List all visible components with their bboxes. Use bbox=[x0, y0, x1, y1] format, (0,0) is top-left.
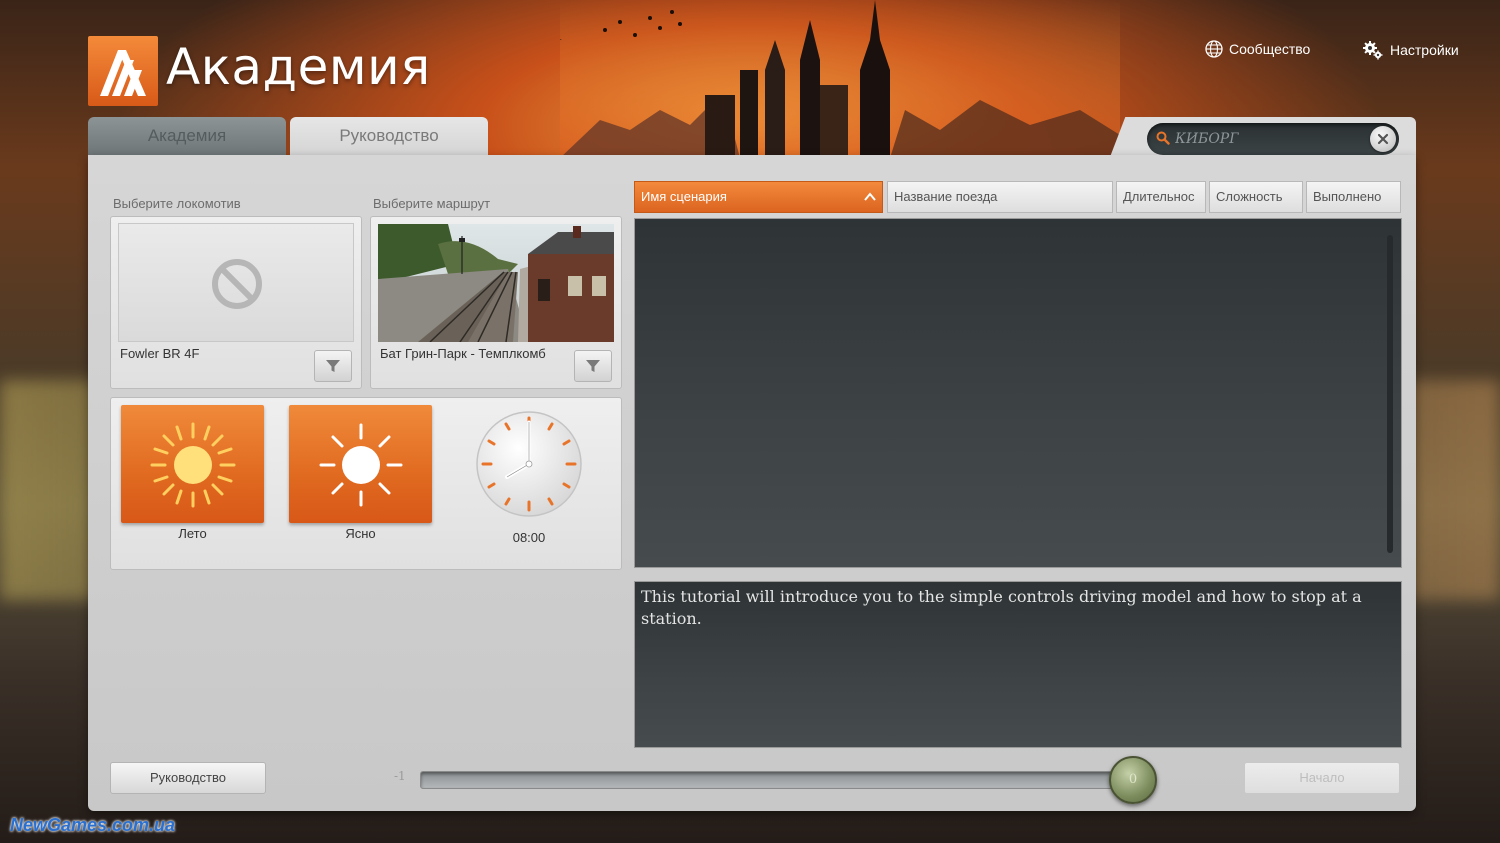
clear-sun-icon bbox=[319, 423, 403, 507]
scenario-list[interactable] bbox=[634, 218, 1402, 568]
sun-icon bbox=[150, 422, 236, 508]
community-link-label: Сообщество bbox=[1229, 41, 1311, 57]
community-link[interactable]: Сообщество bbox=[1205, 40, 1310, 58]
weather-button[interactable] bbox=[289, 405, 432, 523]
no-image-icon bbox=[212, 259, 262, 309]
search-icon bbox=[1156, 131, 1170, 145]
search-box[interactable] bbox=[1147, 123, 1399, 155]
description-text: This tutorial will introduce you to the … bbox=[641, 587, 1362, 628]
time-label: 08:00 bbox=[512, 530, 546, 545]
filter-icon bbox=[586, 360, 600, 372]
column-scenario-name-label: Имя сценария bbox=[641, 189, 727, 204]
weather-label: Ясно bbox=[345, 526, 376, 541]
app-title: Академия bbox=[166, 38, 431, 96]
settings-link-label: Настройки bbox=[1390, 42, 1459, 58]
column-train-name[interactable]: Название поезда bbox=[887, 181, 1113, 213]
close-icon bbox=[1377, 133, 1389, 145]
scenario-description: This tutorial will introduce you to the … bbox=[634, 581, 1402, 748]
clock-icon[interactable] bbox=[473, 410, 585, 522]
route-thumbnail bbox=[378, 224, 614, 342]
gears-icon bbox=[1363, 41, 1383, 60]
guide-button[interactable]: Руководство bbox=[110, 762, 266, 794]
route-section-label: Выберите маршрут bbox=[373, 196, 491, 211]
season-label: Лето bbox=[178, 526, 207, 541]
watermark: NewGames.com.ua bbox=[10, 815, 176, 835]
search-clear-button[interactable] bbox=[1370, 126, 1396, 152]
scenario-list-scrollbar[interactable] bbox=[1387, 235, 1393, 553]
environment-card: Лето Ясно 08:00 bbox=[110, 397, 622, 570]
search-input[interactable] bbox=[1175, 128, 1365, 150]
column-scenario-name[interactable]: Имя сценария bbox=[634, 181, 883, 213]
route-filter-button[interactable] bbox=[574, 350, 612, 382]
start-button[interactable]: Начало bbox=[1244, 762, 1400, 794]
season-button[interactable] bbox=[121, 405, 264, 523]
globe-icon bbox=[1205, 40, 1223, 58]
academy-logo bbox=[88, 36, 158, 106]
locomotive-filter-button[interactable] bbox=[314, 350, 352, 382]
tab-guide[interactable]: Руководство bbox=[290, 117, 488, 157]
locomotive-section-label: Выберите локомотив bbox=[113, 196, 241, 211]
slider-knob[interactable]: 0 bbox=[1109, 756, 1157, 804]
locomotive-card[interactable]: Fowler BR 4F bbox=[110, 216, 362, 389]
column-duration[interactable]: Длительнос bbox=[1116, 181, 1206, 213]
column-completed[interactable]: Выполнено bbox=[1306, 181, 1401, 213]
slider-track[interactable] bbox=[420, 771, 1138, 789]
locomotive-thumbnail bbox=[118, 223, 354, 342]
route-preview-image bbox=[378, 224, 614, 342]
header-skyline-illustration bbox=[560, 0, 1120, 158]
route-card[interactable]: Бат Грин-Парк - Темплкомб bbox=[370, 216, 622, 389]
chevron-up-icon bbox=[864, 192, 876, 201]
settings-link[interactable]: Настройки bbox=[1362, 40, 1459, 60]
filter-icon bbox=[326, 360, 340, 372]
column-difficulty[interactable]: Сложность bbox=[1209, 181, 1303, 213]
locomotive-name: Fowler BR 4F bbox=[120, 346, 200, 361]
academy-logo-icon bbox=[100, 50, 146, 96]
tab-academy[interactable]: Академия bbox=[88, 117, 286, 157]
route-name: Бат Грин-Парк - Темплкомб bbox=[380, 346, 546, 361]
slider-min-label: -1 bbox=[394, 769, 406, 783]
